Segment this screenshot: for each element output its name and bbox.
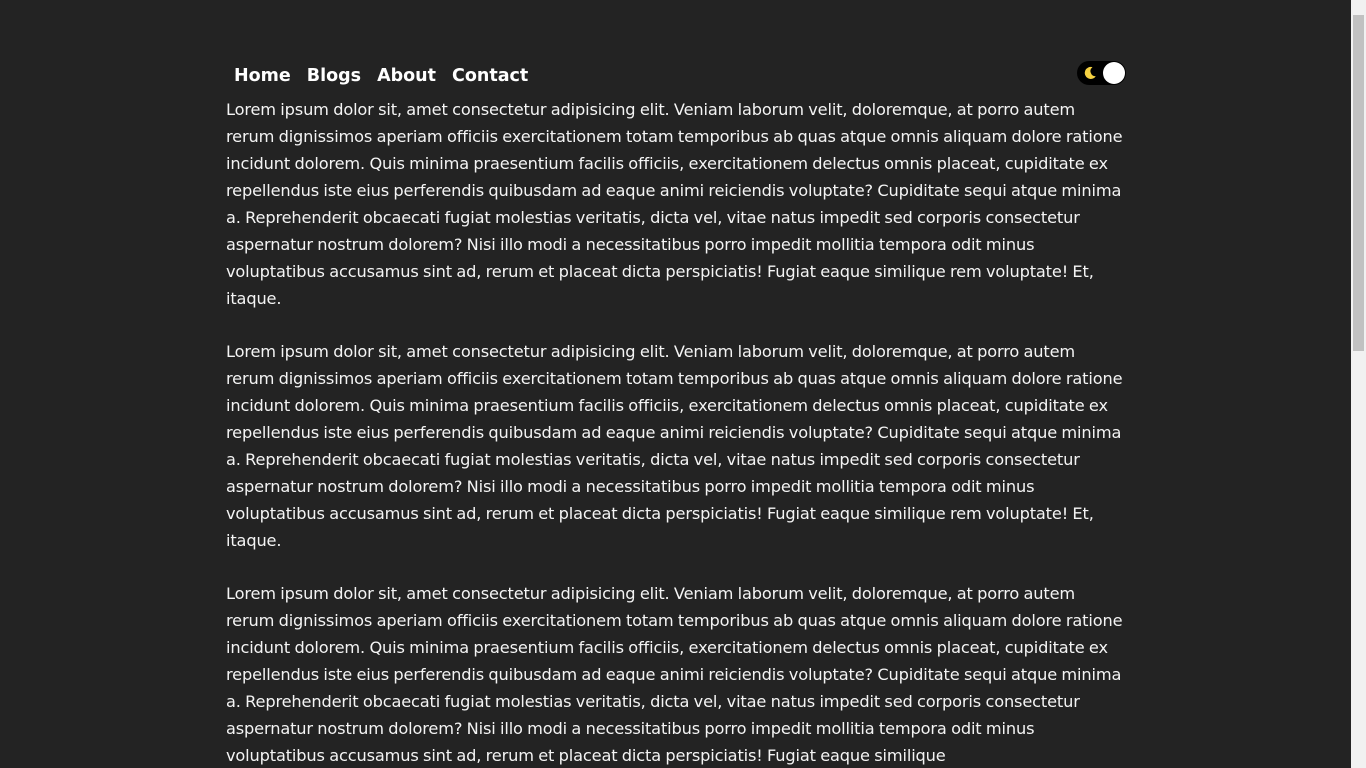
toggle-knob[interactable] xyxy=(1103,62,1125,84)
paragraph: Lorem ipsum dolor sit, amet consectetur … xyxy=(226,100,1123,308)
moon-icon-svg xyxy=(1084,66,1096,79)
nav-links: Home Blogs About Contact xyxy=(233,61,544,87)
navbar: Home Blogs About Contact xyxy=(226,61,1126,91)
theme-toggle[interactable] xyxy=(1077,61,1126,85)
page: Home Blogs About Contact Lorem ipsum dol… xyxy=(0,0,1351,768)
nav-link-about[interactable]: About xyxy=(377,61,444,87)
vertical-scrollbar[interactable] xyxy=(1351,0,1366,768)
scrollbar-thumb[interactable] xyxy=(1353,15,1364,351)
paragraph: Lorem ipsum dolor sit, amet consectetur … xyxy=(226,342,1123,550)
nav-link-contact[interactable]: Contact xyxy=(452,61,536,87)
nav-link-home[interactable]: Home xyxy=(233,61,299,87)
scroll-down-arrow[interactable] xyxy=(1351,753,1366,768)
paragraph: Lorem ipsum dolor sit, amet consectetur … xyxy=(226,584,1123,765)
nav-link-blogs[interactable]: Blogs xyxy=(307,61,369,87)
scroll-up-arrow[interactable] xyxy=(1351,0,1366,15)
content: Lorem ipsum dolor sit, amet consectetur … xyxy=(226,96,1126,768)
moon-icon xyxy=(1082,65,1098,81)
